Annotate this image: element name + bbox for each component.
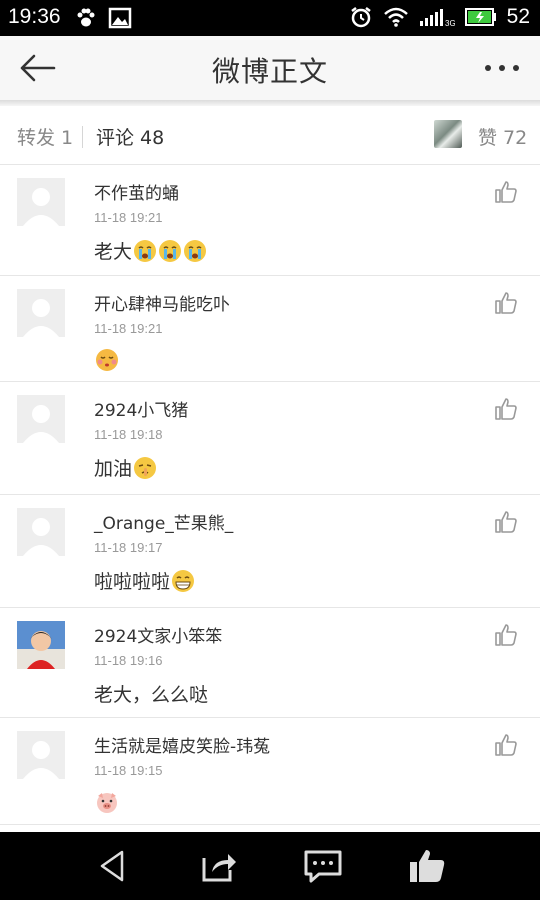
- more-options-icon[interactable]: [484, 58, 520, 78]
- comment-content: [94, 348, 119, 372]
- default-avatar-icon: [23, 518, 59, 556]
- image-icon: [108, 7, 132, 29]
- thumbs-up-icon[interactable]: [494, 623, 518, 647]
- comment-text: 加油: [94, 458, 133, 480]
- comment-time: 11-18 19:18: [94, 427, 163, 442]
- comment-text: 老大: [94, 241, 133, 263]
- comment-time: 11-18 19:21: [94, 321, 163, 336]
- comment-content: 加油: [94, 454, 157, 481]
- pig-face-icon: [97, 793, 117, 813]
- thumbs-up-icon[interactable]: [494, 291, 518, 315]
- default-avatar-icon: [23, 299, 59, 337]
- app-header: 微博正文: [0, 36, 540, 101]
- comment-icon[interactable]: [303, 848, 343, 884]
- like-icon[interactable]: [407, 848, 447, 884]
- comment-content: 老大，么么哒: [94, 680, 208, 707]
- avatar[interactable]: [17, 178, 65, 226]
- comment-list: 不作茧的蛹 11-18 19:21 老大 开心肆神马能吃卟 11-18 19:2…: [0, 165, 540, 825]
- thumbs-up-icon[interactable]: [494, 397, 518, 421]
- tab-divider: [82, 126, 83, 148]
- comment-text: 老大，么么哒: [94, 684, 209, 706]
- status-bar: 19:36 3G 52: [0, 0, 540, 36]
- user-photo: [17, 621, 65, 669]
- comment-author[interactable]: 不作茧的蛹: [94, 179, 179, 204]
- comment-row[interactable]: 不作茧的蛹 11-18 19:21 老大: [0, 165, 540, 276]
- thumbs-up-icon[interactable]: [494, 510, 518, 534]
- comment-row[interactable]: 生活就是嬉皮笑脸-玮菟 11-18 19:15: [0, 718, 540, 825]
- comment-time: 11-18 19:21: [94, 210, 163, 225]
- default-avatar-icon: [23, 741, 59, 779]
- comment-content: 老大: [94, 237, 207, 264]
- tab-comments[interactable]: 评论 48: [96, 123, 164, 150]
- default-avatar-icon: [23, 405, 59, 443]
- comment-text: 啦啦啦啦: [94, 571, 171, 593]
- avatar[interactable]: [17, 289, 65, 337]
- comment-time: 11-18 19:17: [94, 540, 163, 555]
- kissing-face-icon: [96, 349, 118, 371]
- grinning-face-icon: [172, 569, 195, 592]
- tab-likes[interactable]: 赞 72: [478, 123, 527, 150]
- repost-icon[interactable]: [198, 848, 238, 884]
- crying-face-icon: [159, 239, 182, 262]
- comment-time: 11-18 19:16: [94, 653, 163, 668]
- avatar[interactable]: [17, 508, 65, 556]
- network-type: 3G: [445, 19, 455, 28]
- comment-row[interactable]: 开心肆神马能吃卟 11-18 19:21: [0, 276, 540, 382]
- back-triangle-icon[interactable]: [94, 848, 134, 884]
- thumbs-up-icon[interactable]: [494, 733, 518, 757]
- battery-icon: [464, 8, 496, 26]
- default-avatar-icon: [23, 188, 59, 226]
- comment-author[interactable]: 2924文家小笨笨: [94, 622, 222, 647]
- crying-face-icon: [134, 239, 157, 262]
- alarm-icon: [350, 7, 371, 28]
- comment-content: 啦啦啦啦: [94, 567, 195, 594]
- page-title: 微博正文: [211, 55, 328, 88]
- post-tabs: 转发 1 评论 48 赞 72: [0, 106, 540, 165]
- status-time: 19:36: [8, 5, 61, 28]
- liker-avatar[interactable]: [434, 120, 462, 148]
- comment-author[interactable]: 2924小飞猪: [94, 396, 188, 421]
- comment-author[interactable]: _Orange_芒果熊_: [94, 509, 233, 534]
- signal-icon: 3G: [419, 9, 455, 28]
- comment-content: [94, 790, 119, 814]
- comment-author[interactable]: 生活就是嬉皮笑脸-玮菟: [94, 732, 270, 757]
- battery-level: 52: [506, 5, 530, 28]
- shushing-face-icon: [134, 456, 157, 479]
- tab-reposts[interactable]: 转发 1: [17, 123, 73, 150]
- status-right: 3G 52: [349, 5, 530, 29]
- comment-row[interactable]: 2924文家小笨笨 11-18 19:16 老大，么么哒: [0, 608, 540, 718]
- paw-icon: [77, 8, 95, 27]
- comment-author[interactable]: 开心肆神马能吃卟: [94, 290, 230, 315]
- avatar[interactable]: [17, 621, 65, 669]
- avatar[interactable]: [17, 395, 65, 443]
- wifi-icon: [383, 7, 408, 27]
- comment-row[interactable]: 2924小飞猪 11-18 19:18 加油: [0, 382, 540, 495]
- comment-time: 11-18 19:15: [94, 763, 163, 778]
- thumbs-up-icon[interactable]: [494, 180, 518, 204]
- comment-row[interactable]: _Orange_芒果熊_ 11-18 19:17 啦啦啦啦: [0, 495, 540, 608]
- avatar[interactable]: [17, 731, 65, 779]
- crying-face-icon: [184, 239, 207, 262]
- bottom-action-bar: [0, 832, 540, 900]
